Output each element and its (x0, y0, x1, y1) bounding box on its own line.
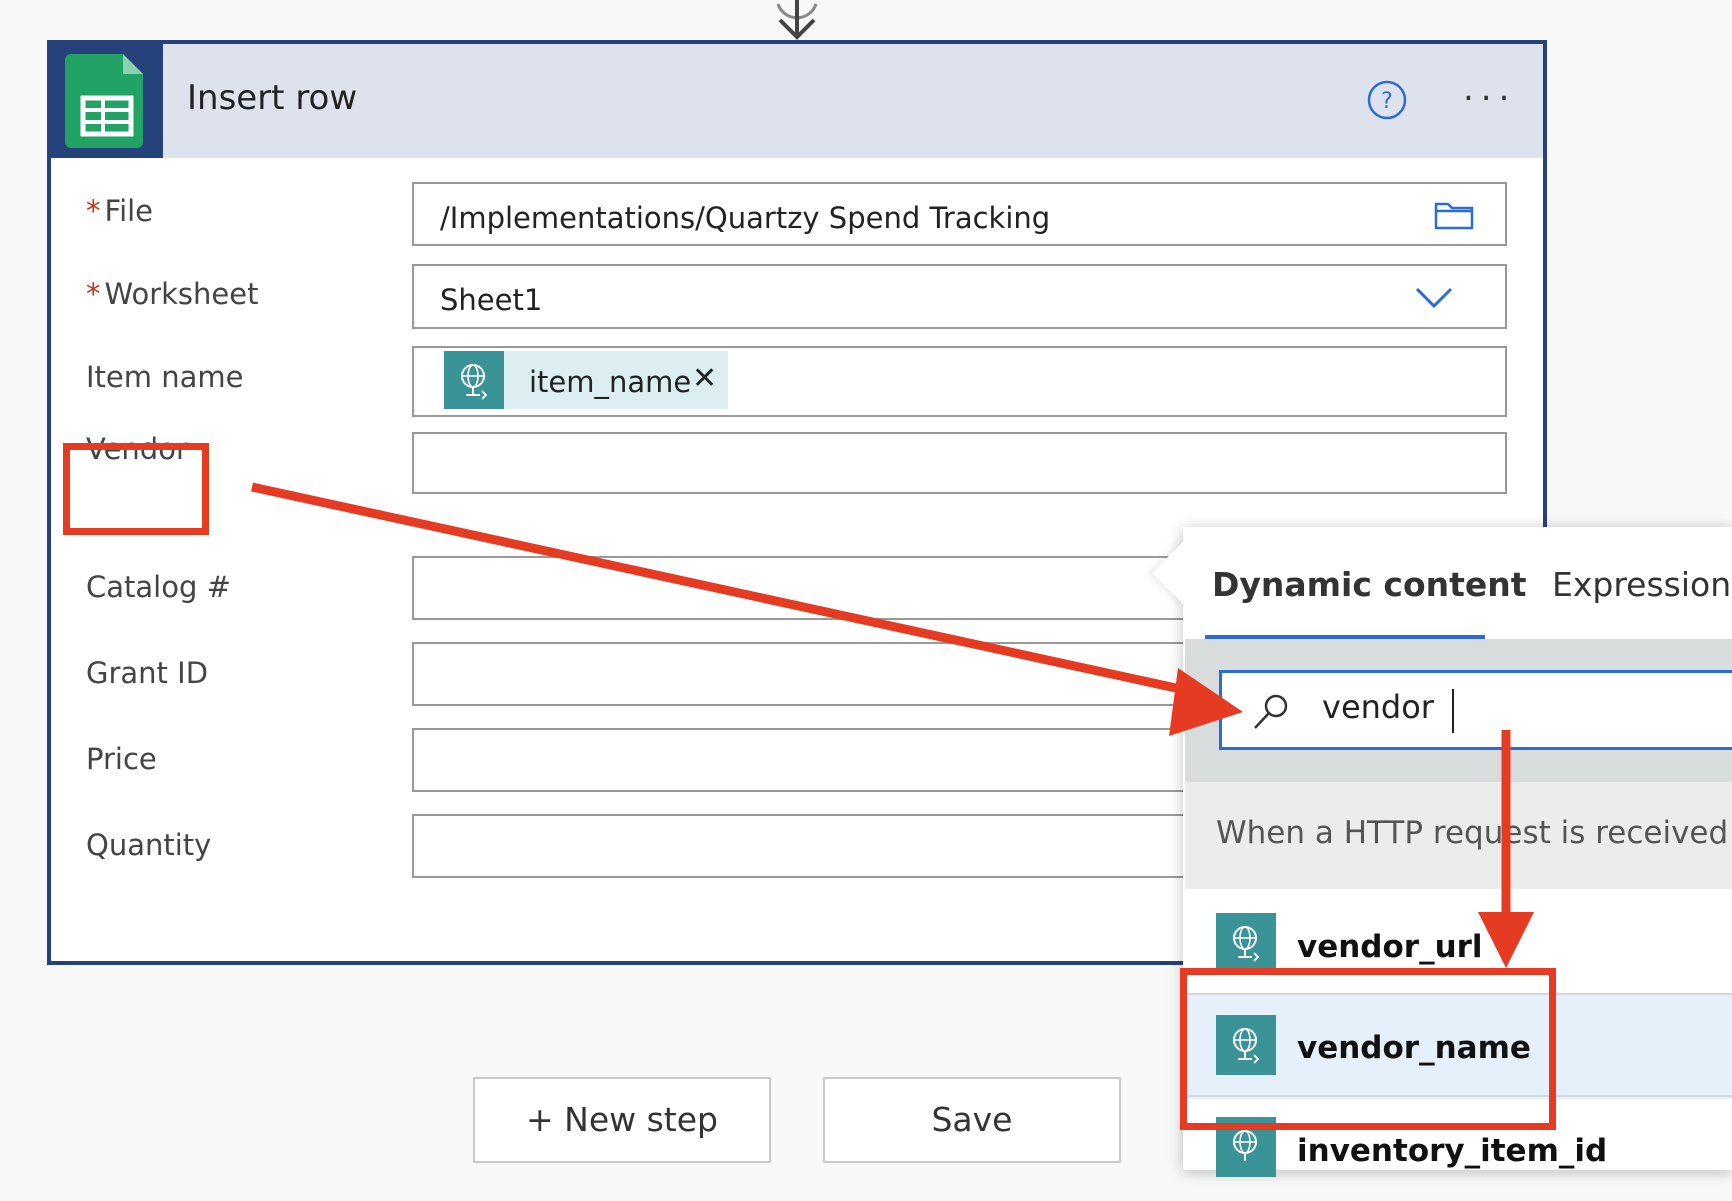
quantity-label: Quantity (86, 828, 212, 862)
http-request-icon (444, 351, 504, 409)
worksheet-value: Sheet1 (440, 283, 543, 317)
worksheet-label-text: Worksheet (104, 277, 259, 311)
required-mark: * (86, 277, 101, 311)
vendor-label-highlight-box (63, 443, 209, 535)
new-step-button[interactable]: + New step (473, 1077, 771, 1163)
card-header[interactable]: Insert row ? ... (51, 44, 1543, 158)
file-label-text: File (104, 194, 154, 228)
chevron-down-icon[interactable] (1414, 286, 1454, 310)
close-icon[interactable]: ✕ (692, 364, 717, 394)
worksheet-label: * Worksheet (86, 277, 258, 311)
folder-icon[interactable] (1434, 200, 1474, 230)
card-title: Insert row (187, 78, 358, 118)
more-options-icon[interactable]: ... (1463, 72, 1516, 106)
item-name-label: Item name (86, 360, 244, 394)
google-sheets-icon (51, 44, 163, 158)
search-input[interactable] (1322, 688, 1702, 726)
vendor-field[interactable] (412, 432, 1507, 494)
svg-text:?: ? (1381, 89, 1393, 114)
text-caret (1452, 689, 1454, 733)
worksheet-dropdown[interactable]: Sheet1 (412, 264, 1507, 329)
search-box[interactable] (1219, 670, 1732, 750)
dynamic-item-label: vendor_url (1297, 929, 1483, 965)
catalog-label: Catalog # (86, 570, 231, 604)
tab-expression[interactable]: Expression (1552, 565, 1731, 604)
file-field[interactable]: /Implementations/Quartzy Spend Tracking (412, 182, 1507, 246)
price-label: Price (86, 742, 157, 776)
http-request-icon (1216, 913, 1276, 973)
trigger-group-header[interactable]: When a HTTP request is received (1185, 782, 1732, 889)
grant-id-label: Grant ID (86, 656, 209, 690)
help-circle-icon[interactable]: ? (1366, 79, 1408, 121)
search-icon (1254, 694, 1288, 729)
file-value: /Implementations/Quartzy Spend Tracking (440, 201, 1051, 235)
trigger-group-title: When a HTTP request is received (1216, 815, 1729, 851)
required-mark: * (86, 194, 101, 228)
vendor-name-highlight-box (1180, 968, 1556, 1130)
item-name-token[interactable]: item_name ✕ (444, 351, 728, 409)
item-name-field[interactable]: item_name ✕ (412, 346, 1507, 417)
flow-connector-arrow-icon (776, 0, 818, 40)
item-name-token-label: item_name (529, 365, 692, 399)
search-area (1185, 639, 1732, 782)
file-label: * File (86, 194, 153, 228)
tab-dynamic-content[interactable]: Dynamic content (1212, 565, 1527, 604)
dynamic-item-label: inventory_item_id (1297, 1133, 1608, 1169)
save-button[interactable]: Save (823, 1077, 1121, 1163)
